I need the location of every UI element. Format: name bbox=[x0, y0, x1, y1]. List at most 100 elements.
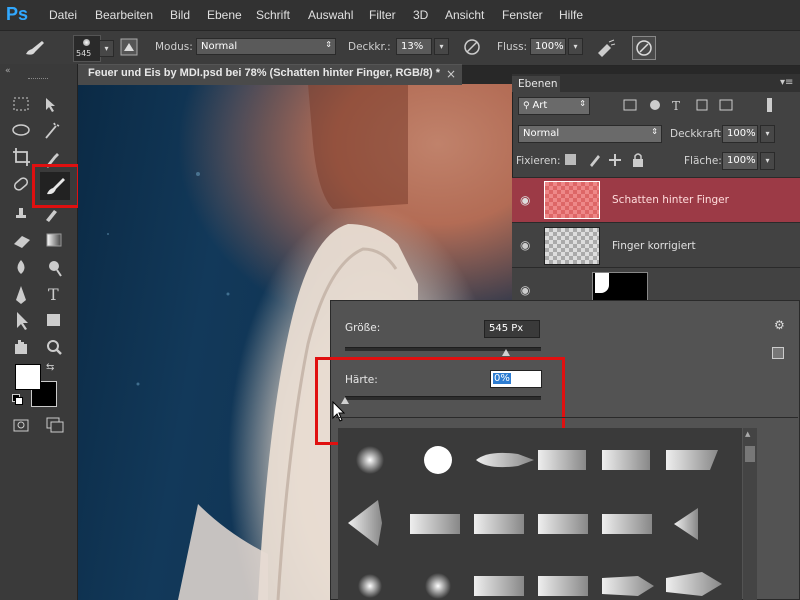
size-input[interactable]: 545 Px bbox=[484, 320, 540, 338]
menu-schrift[interactable]: Schrift bbox=[256, 8, 290, 22]
pressure-size-button[interactable] bbox=[632, 36, 656, 60]
flow-dropdown[interactable]: ▾ bbox=[568, 38, 583, 55]
mode-select-value: Normal bbox=[201, 41, 238, 52]
angled-bristle-brush bbox=[666, 450, 718, 470]
opacity-input-value: 13% bbox=[401, 41, 424, 52]
layers-tab[interactable]: Ebenen bbox=[512, 76, 560, 92]
mode-select[interactable]: Normal ⇕ bbox=[196, 38, 336, 55]
layer-filter-select[interactable]: ⚲ Art ⇕ bbox=[518, 97, 590, 115]
collapse-toolbar-icon[interactable]: « bbox=[5, 66, 11, 76]
fill-dropdown[interactable]: ▾ bbox=[760, 152, 775, 170]
visibility-eye-icon[interactable]: ◉ bbox=[520, 238, 530, 252]
foreground-color-swatch[interactable] bbox=[15, 364, 41, 390]
flat-bristle-brush bbox=[602, 450, 650, 470]
brush-preset-icons[interactable] bbox=[338, 428, 742, 600]
blunt-bristle-brush bbox=[410, 514, 460, 534]
layers-tab-label: Ebenen bbox=[518, 78, 558, 90]
lock-icons[interactable] bbox=[563, 151, 647, 169]
healing-brush-icon bbox=[13, 177, 29, 191]
airbrush-icon[interactable] bbox=[595, 37, 617, 57]
pen-icon bbox=[16, 286, 26, 304]
pressure-opacity-icon[interactable] bbox=[461, 37, 483, 57]
visibility-eye-icon[interactable]: ◉ bbox=[520, 193, 530, 207]
new-preset-icon[interactable] bbox=[772, 347, 784, 359]
brush-preview[interactable]: 545 bbox=[73, 35, 101, 62]
hand-icon bbox=[15, 340, 27, 354]
layer-group-row[interactable]: ◉ bbox=[512, 267, 800, 304]
layer-opacity-value: 100% bbox=[727, 128, 756, 139]
rectangular-marquee-icon bbox=[13, 97, 29, 111]
photoshop-logo: Ps bbox=[6, 4, 29, 24]
blunt-bristle-brush bbox=[474, 514, 524, 534]
blunt-bristle-brush bbox=[538, 514, 588, 534]
fill-label: Fläche: bbox=[684, 155, 722, 167]
smart-object-filter-icon bbox=[719, 99, 733, 111]
size-slider-thumb[interactable] bbox=[501, 349, 510, 356]
layer-opacity-dropdown[interactable]: ▾ bbox=[760, 125, 775, 143]
opacity-dropdown[interactable]: ▾ bbox=[434, 38, 449, 55]
menu-ansicht[interactable]: Ansicht bbox=[445, 8, 484, 22]
flow-label: Fluss: bbox=[497, 41, 528, 53]
default-colors-icon[interactable] bbox=[12, 394, 23, 405]
menu-filter[interactable]: Filter bbox=[369, 8, 396, 22]
swap-colors-icon[interactable]: ⇆ bbox=[46, 362, 54, 373]
picker-divider bbox=[336, 417, 798, 418]
fill-input[interactable]: 100% bbox=[722, 152, 758, 170]
layer-opacity-input[interactable]: 100% bbox=[722, 125, 758, 143]
size-slider-track[interactable] bbox=[345, 347, 541, 351]
shape-filter-icon bbox=[696, 99, 708, 111]
close-document-icon[interactable]: × bbox=[446, 67, 456, 81]
history-brush-icon bbox=[46, 210, 57, 222]
pencil-brush bbox=[602, 576, 654, 596]
brush-grid-scrollbar[interactable]: ▲ bbox=[743, 428, 757, 600]
layer-thumbnail bbox=[544, 181, 600, 219]
airbrush-soft bbox=[425, 573, 451, 599]
layer-filter-value: Art bbox=[532, 100, 548, 111]
menu-datei[interactable]: Datei bbox=[49, 8, 77, 22]
document-tab-title: Feuer und Eis by MDI.psd bei 78% (Schatt… bbox=[88, 67, 441, 79]
layer-row[interactable]: ◉ Finger korrigiert bbox=[512, 222, 800, 267]
brush-panel-toggle-icon[interactable] bbox=[120, 38, 138, 56]
lock-position-icon bbox=[609, 154, 621, 166]
toolbar-grip[interactable] bbox=[28, 78, 48, 82]
menu-auswahl[interactable]: Auswahl bbox=[308, 8, 353, 22]
clone-stamp-icon bbox=[16, 208, 26, 218]
layer-filter-icons[interactable]: T bbox=[622, 97, 772, 115]
menu-bild[interactable]: Bild bbox=[170, 8, 190, 22]
layers-panel-menu-icon[interactable]: ▾≡ bbox=[780, 77, 793, 88]
picker-settings-gear-icon[interactable]: ⚙ bbox=[774, 318, 785, 332]
adjustment-filter-icon bbox=[650, 100, 660, 110]
erodible-brush bbox=[474, 576, 524, 596]
menu-fenster[interactable]: Fenster bbox=[502, 8, 543, 22]
lock-all-icon bbox=[633, 159, 643, 167]
pixel-filter-icon bbox=[623, 99, 637, 111]
visibility-eye-icon[interactable]: ◉ bbox=[520, 283, 530, 297]
magic-wand-icon bbox=[45, 122, 60, 139]
eraser-icon bbox=[14, 236, 30, 248]
filter-toggle-icon bbox=[767, 98, 772, 112]
pressure-size-icon bbox=[636, 40, 652, 56]
layer-name: Schatten hinter Finger bbox=[612, 194, 729, 206]
layer-blend-mode-select[interactable]: Normal ⇕ bbox=[518, 125, 662, 143]
flow-input[interactable]: 100% bbox=[530, 38, 566, 55]
soft-round-brush bbox=[356, 446, 384, 474]
menu-ebene[interactable]: Ebene bbox=[207, 8, 242, 22]
fill-input-value: 100% bbox=[727, 155, 756, 166]
brush-picker-dropdown[interactable]: ▾ bbox=[99, 40, 114, 57]
layer-row-selected[interactable]: ◉ Schatten hinter Finger bbox=[512, 177, 800, 222]
gradient-icon bbox=[46, 233, 62, 247]
menu-hilfe[interactable]: Hilfe bbox=[559, 8, 583, 22]
blunt-bristle-brush bbox=[602, 514, 652, 534]
airbrush-soft bbox=[358, 574, 382, 598]
menu-bearbeiten[interactable]: Bearbeiten bbox=[95, 8, 153, 22]
lock-transparency-icon bbox=[565, 154, 576, 165]
opacity-input[interactable]: 13% bbox=[396, 38, 432, 55]
menu-3d[interactable]: 3D bbox=[413, 8, 428, 22]
crop-icon bbox=[13, 148, 30, 166]
brush-tool-preset-icon[interactable] bbox=[22, 38, 48, 58]
rectangle-shape-icon bbox=[47, 314, 60, 326]
zoom-icon bbox=[47, 340, 59, 352]
fan-brush bbox=[348, 500, 382, 546]
opacity-label: Deckkr.: bbox=[348, 41, 391, 53]
pointed-bristle-brush bbox=[476, 452, 534, 468]
